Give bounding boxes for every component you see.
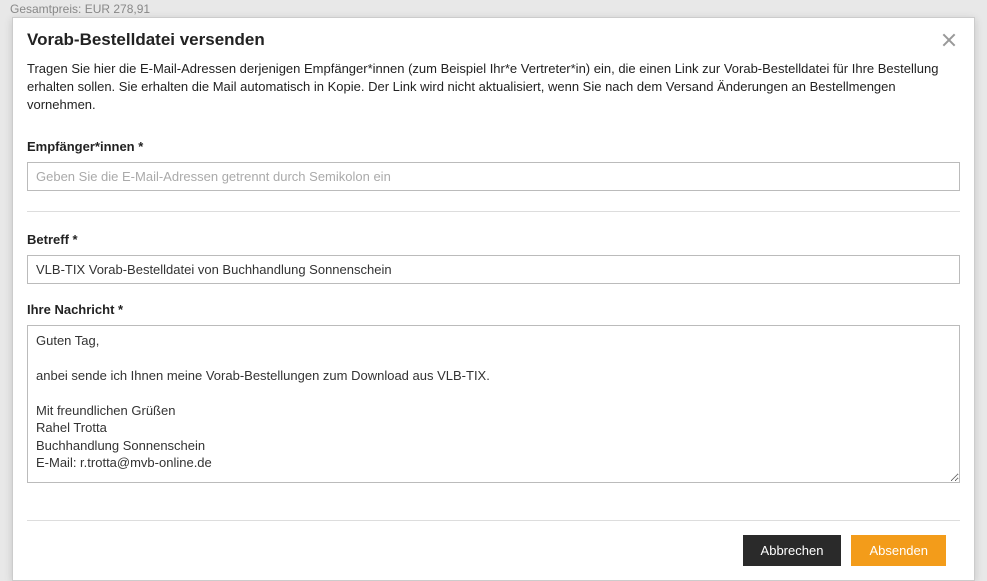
send-preorder-modal: Vorab-Bestelldatei versenden Tragen Sie … (12, 17, 975, 581)
close-icon[interactable] (940, 30, 960, 50)
modal-description: Tragen Sie hier die E-Mail-Adressen derj… (27, 60, 960, 115)
message-label: Ihre Nachricht * (27, 302, 960, 317)
recipients-label: Empfänger*innen * (27, 139, 960, 154)
subject-label: Betreff * (27, 232, 960, 247)
message-textarea[interactable] (27, 325, 960, 483)
modal-footer: Abbrechen Absenden (27, 520, 960, 580)
send-button[interactable]: Absenden (851, 535, 946, 566)
subject-group: Betreff * (27, 232, 960, 284)
recipients-group: Empfänger*innen * (27, 139, 960, 212)
subject-input[interactable] (27, 255, 960, 284)
modal-title: Vorab-Bestelldatei versenden (27, 30, 265, 50)
message-group: Ihre Nachricht * (27, 302, 960, 488)
background-total-price: Gesamtpreis: EUR 278,91 (10, 2, 150, 16)
recipients-input[interactable] (27, 162, 960, 191)
cancel-button[interactable]: Abbrechen (743, 535, 842, 566)
modal-header: Vorab-Bestelldatei versenden (13, 18, 974, 60)
modal-body: Tragen Sie hier die E-Mail-Adressen derj… (13, 60, 974, 520)
